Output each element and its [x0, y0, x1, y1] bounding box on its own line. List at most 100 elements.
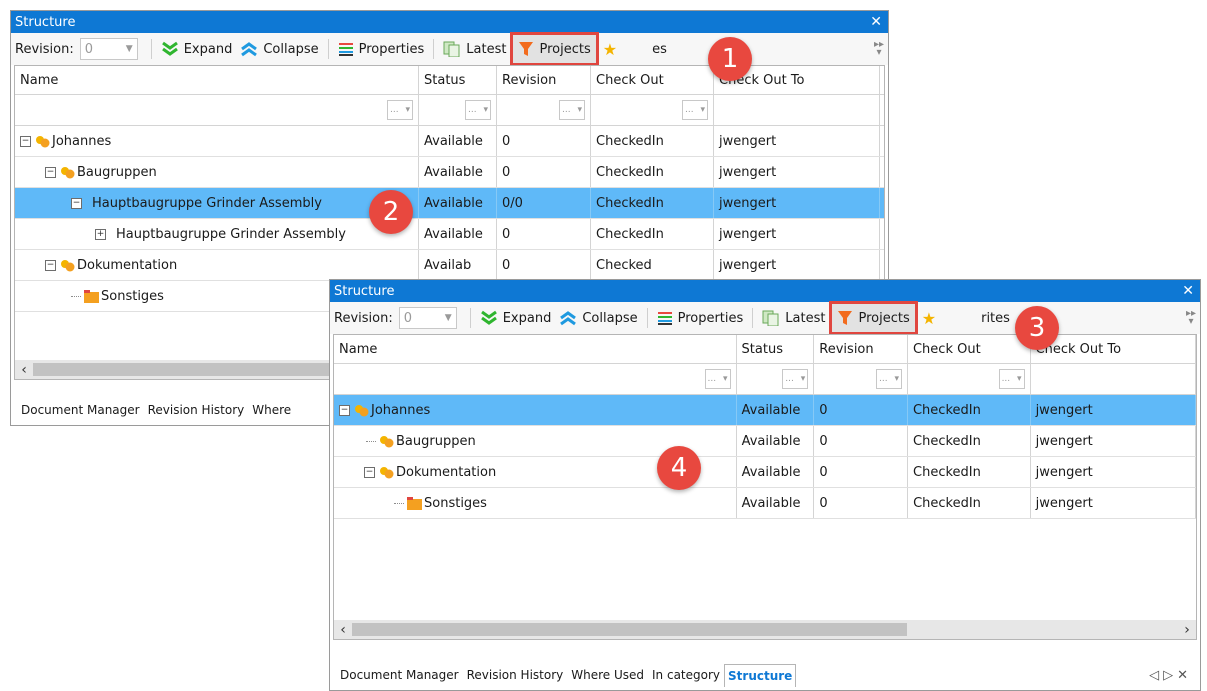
close-icon[interactable]: ✕	[870, 14, 882, 30]
collapse-node-icon[interactable]: −	[20, 135, 31, 147]
properties-button[interactable]: Properties	[334, 36, 429, 62]
column-header-revision[interactable]: Revision	[814, 335, 908, 363]
scroll-left-icon[interactable]: ‹	[334, 622, 352, 638]
column-header-status[interactable]: Status	[419, 66, 497, 94]
tab-document-manager[interactable]: Document Manager	[17, 403, 144, 417]
column-header-name[interactable]: Name	[334, 335, 737, 363]
properties-label: Properties	[677, 310, 744, 326]
filter-dropdown[interactable]: ... ▾	[704, 369, 731, 389]
row-revision: 0	[814, 488, 909, 518]
revision-select[interactable]: 0 ▼	[79, 38, 138, 60]
collapse-node-icon[interactable]: −	[364, 466, 375, 478]
collapse-node-icon[interactable]: −	[45, 259, 56, 271]
filter-dropdown[interactable]: ... ▾	[682, 100, 708, 120]
filter-ellipsis: ...	[562, 105, 571, 115]
row-revision: 0	[497, 250, 591, 280]
toolbar-overflow-icon[interactable]: ▸▸ ▾	[874, 40, 884, 58]
row-check-out: CheckedIn	[908, 488, 1031, 518]
chevron-down-icon: ▾	[405, 105, 410, 115]
latest-button[interactable]: Latest	[439, 36, 510, 62]
scroll-right-icon[interactable]: ›	[1178, 622, 1196, 638]
row-check-out: CheckedIn	[908, 426, 1031, 456]
row-check-out: CheckedIn	[908, 395, 1031, 425]
collapse-node-icon[interactable]: −	[339, 404, 350, 416]
tab-document-manager[interactable]: Document Manager	[336, 668, 463, 682]
horizontal-scrollbar[interactable]: ‹ ›	[334, 620, 1196, 639]
favorites-button[interactable]: ★ rites	[918, 305, 1014, 331]
filter-dropdown[interactable]: ... ▾	[465, 100, 491, 120]
scrollbar-thumb[interactable]	[352, 623, 907, 636]
column-header-name[interactable]: Name	[15, 66, 419, 94]
row-revision: 0/0	[497, 188, 591, 218]
table-row[interactable]: Baugruppen Available 0 CheckedIn jwenger…	[334, 426, 1196, 457]
filter-dropdown[interactable]: ... ▾	[998, 369, 1025, 389]
toolbar-overflow-icon[interactable]: ▸▸ ▾	[1186, 309, 1196, 327]
row-name: Sonstiges	[424, 495, 487, 511]
collapse-button[interactable]: Collapse	[236, 36, 322, 62]
table-row-selected[interactable]: − Hauptbaugruppe Grinder Assembly Availab…	[15, 188, 884, 219]
callout-4: 4	[657, 446, 701, 490]
table-row[interactable]: + Hauptbaugruppe Grinder Assembly Availab…	[15, 219, 884, 250]
close-icon[interactable]: ✕	[1182, 283, 1194, 299]
table-row[interactable]: Sonstiges Available 0 CheckedIn jwengert	[334, 488, 1196, 519]
collapse-label: Collapse	[582, 310, 638, 326]
tab-in-category[interactable]: In category	[648, 668, 724, 682]
chevron-down-icon: ▾	[577, 105, 582, 115]
column-header-status[interactable]: Status	[737, 335, 815, 363]
filter-dropdown[interactable]: ... ▾	[559, 100, 585, 120]
collapse-node-icon[interactable]: −	[45, 166, 56, 178]
row-check-out: CheckedIn	[591, 219, 714, 249]
projects-button[interactable]: Projects	[510, 32, 599, 66]
toolbar: Revision: 0 ▼ Expand Collapse Properties…	[330, 301, 1200, 335]
properties-button[interactable]: Properties	[653, 305, 748, 331]
chevron-down-icon: ▾	[483, 105, 488, 115]
collapse-node-icon[interactable]: −	[71, 197, 82, 209]
table-row-selected[interactable]: − Johannes Available 0 CheckedIn jwengert	[334, 395, 1196, 426]
structure-panel-front: Structure ✕ Revision: 0 ▼ Expand Collaps…	[329, 279, 1201, 691]
expand-node-icon[interactable]: +	[95, 228, 106, 240]
row-name: Hauptbaugruppe Grinder Assembly	[92, 195, 322, 211]
row-status: Available	[419, 188, 497, 218]
tab-revision-history[interactable]: Revision History	[463, 668, 568, 682]
table-row[interactable]: − Dokumentation Availab 0 Checked jwenger…	[15, 250, 884, 281]
revision-value: 0	[84, 41, 93, 57]
project-node-icon	[355, 404, 369, 416]
project-node-icon	[61, 259, 75, 271]
table-row[interactable]: − Dokumentation Available 0 CheckedIn jwe…	[334, 457, 1196, 488]
expand-button[interactable]: Expand	[157, 36, 237, 62]
panel-title: Structure	[334, 283, 395, 299]
toolbar-divider	[433, 39, 435, 59]
row-check-out-to: jwengert	[1031, 426, 1196, 456]
column-header-revision[interactable]: Revision	[497, 66, 591, 94]
tab-where-used[interactable]: Where Used	[567, 668, 648, 682]
star-add-icon: ★	[602, 39, 618, 59]
projects-button[interactable]: Projects	[829, 301, 918, 335]
chevron-down-icon: ▾	[800, 374, 806, 384]
revision-select[interactable]: 0 ▼	[398, 307, 457, 329]
chevron-down-icon: ▼	[444, 313, 452, 323]
project-node-icon	[36, 135, 50, 147]
column-header-check-out[interactable]: Check Out	[908, 335, 1031, 363]
toolbar-divider	[469, 308, 471, 328]
row-check-out-to: jwengert	[714, 188, 880, 218]
project-node-icon	[380, 466, 394, 478]
table-row[interactable]: − Johannes Available 0 CheckedIn jwengert	[15, 126, 884, 157]
tab-scroll-arrows-icon[interactable]: ◁▷✕	[1149, 668, 1192, 683]
scroll-left-icon[interactable]: ‹	[15, 362, 33, 378]
latest-button[interactable]: Latest	[758, 305, 829, 331]
filter-row: ... ▾ ... ▾ ... ▾ ... ▾	[15, 95, 884, 126]
column-header-check-out[interactable]: Check Out	[591, 66, 714, 94]
favorites-button[interactable]: ★ es	[599, 36, 671, 62]
toolbar-divider	[327, 39, 329, 59]
expand-button[interactable]: Expand	[476, 305, 556, 331]
row-revision: 0	[497, 126, 591, 156]
row-revision: 0	[814, 426, 909, 456]
table-row[interactable]: − Baugruppen Available 0 CheckedIn jwenge…	[15, 157, 884, 188]
filter-dropdown[interactable]: ... ▾	[875, 369, 902, 389]
tab-structure[interactable]: Structure	[724, 663, 797, 687]
collapse-button[interactable]: Collapse	[555, 305, 641, 331]
filter-dropdown[interactable]: ... ▾	[387, 100, 413, 120]
filter-dropdown[interactable]: ... ▾	[782, 369, 809, 389]
tab-revision-history[interactable]: Revision History	[144, 403, 249, 417]
tab-where-used[interactable]: Where	[248, 403, 295, 417]
